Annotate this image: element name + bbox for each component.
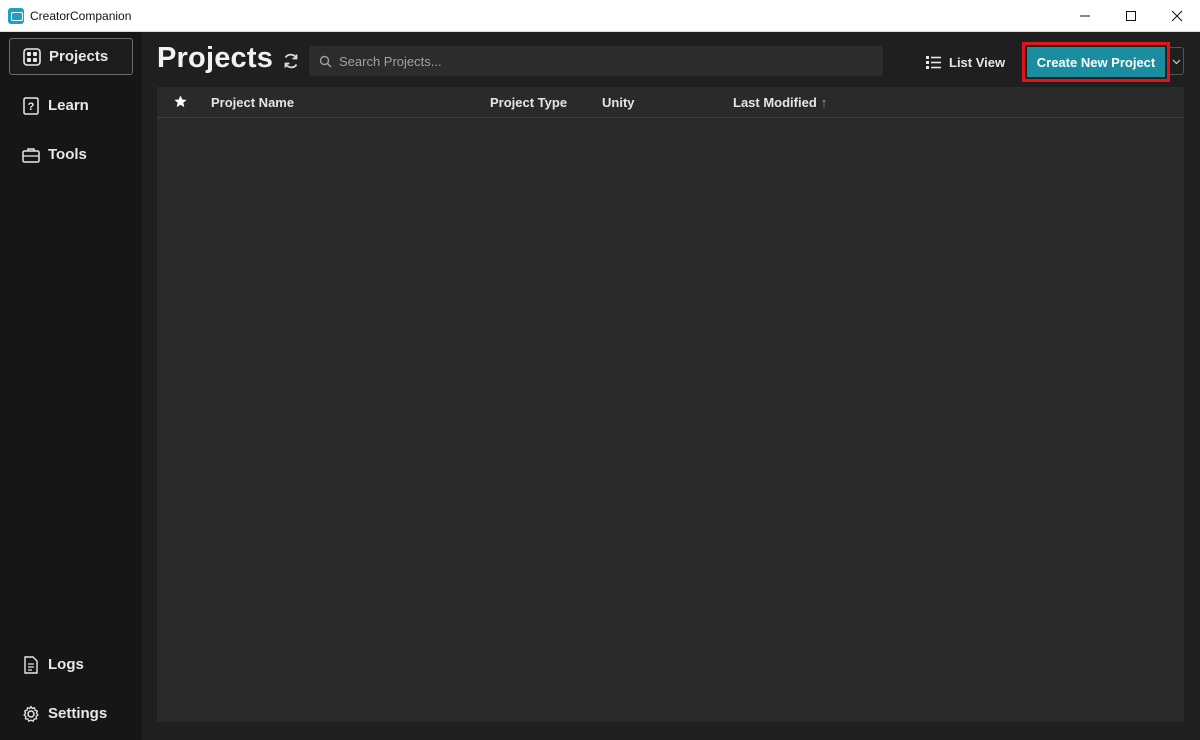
search-icon bbox=[319, 55, 332, 67]
sidebar-item-projects[interactable]: Projects bbox=[9, 38, 133, 75]
app-logo-icon bbox=[8, 7, 24, 24]
create-new-project-button[interactable]: Create New Project bbox=[1027, 47, 1165, 77]
document-icon bbox=[22, 655, 40, 674]
column-project-type[interactable]: Project Type bbox=[490, 95, 567, 110]
search-bar bbox=[309, 46, 883, 76]
sidebar-item-label: Tools bbox=[48, 146, 87, 163]
table-header: Project Name Project Type Unity Last Mod… bbox=[157, 87, 1184, 118]
refresh-icon bbox=[284, 53, 298, 69]
list-icon bbox=[926, 55, 941, 69]
list-view-button[interactable]: List View bbox=[925, 51, 1005, 73]
page-title: Projects bbox=[157, 42, 274, 74]
column-last-modified-label: Last Modified bbox=[733, 95, 817, 110]
search-input[interactable] bbox=[339, 53, 859, 69]
sort-ascending-icon: ↑ bbox=[820, 95, 828, 110]
question-box-icon: ? bbox=[22, 96, 40, 115]
gear-icon bbox=[22, 705, 40, 723]
maximize-button[interactable] bbox=[1108, 0, 1154, 32]
sidebar-item-label: Logs bbox=[48, 656, 84, 673]
minimize-button[interactable] bbox=[1062, 0, 1108, 32]
sidebar-item-label: Settings bbox=[48, 705, 108, 722]
column-unity[interactable]: Unity bbox=[602, 95, 635, 110]
sidebar-item-label: Projects bbox=[49, 48, 109, 65]
close-icon bbox=[1171, 10, 1183, 22]
create-options-dropdown[interactable] bbox=[1169, 47, 1184, 75]
sidebar-item-settings[interactable]: Settings bbox=[9, 695, 133, 732]
refresh-button[interactable] bbox=[281, 51, 301, 71]
maximize-icon bbox=[1126, 11, 1136, 21]
main-content: Projects List View Create New Project Pr… bbox=[142, 32, 1200, 740]
sidebar: Projects ? Learn Tools Logs Settings bbox=[0, 32, 142, 740]
window-controls bbox=[1062, 0, 1200, 32]
create-button-highlight: Create New Project bbox=[1022, 42, 1170, 82]
projects-table: Project Name Project Type Unity Last Mod… bbox=[157, 87, 1184, 722]
sidebar-item-label: Learn bbox=[48, 97, 89, 114]
list-view-label: List View bbox=[949, 54, 1006, 70]
star-icon[interactable] bbox=[174, 95, 187, 108]
toolbox-icon bbox=[22, 146, 40, 164]
grid-icon bbox=[23, 47, 41, 66]
window-titlebar: CreatorCompanion bbox=[0, 0, 1200, 32]
window-title: CreatorCompanion bbox=[30, 8, 132, 23]
column-project-name[interactable]: Project Name bbox=[211, 95, 294, 110]
svg-text:?: ? bbox=[28, 101, 35, 113]
close-button[interactable] bbox=[1154, 0, 1200, 32]
column-last-modified[interactable]: Last Modified ↑ bbox=[733, 95, 827, 110]
minimize-icon bbox=[1080, 15, 1090, 17]
chevron-down-icon bbox=[1172, 59, 1180, 64]
sidebar-item-logs[interactable]: Logs bbox=[9, 646, 133, 683]
sidebar-item-tools[interactable]: Tools bbox=[9, 136, 133, 173]
sidebar-item-learn[interactable]: ? Learn bbox=[9, 87, 133, 124]
